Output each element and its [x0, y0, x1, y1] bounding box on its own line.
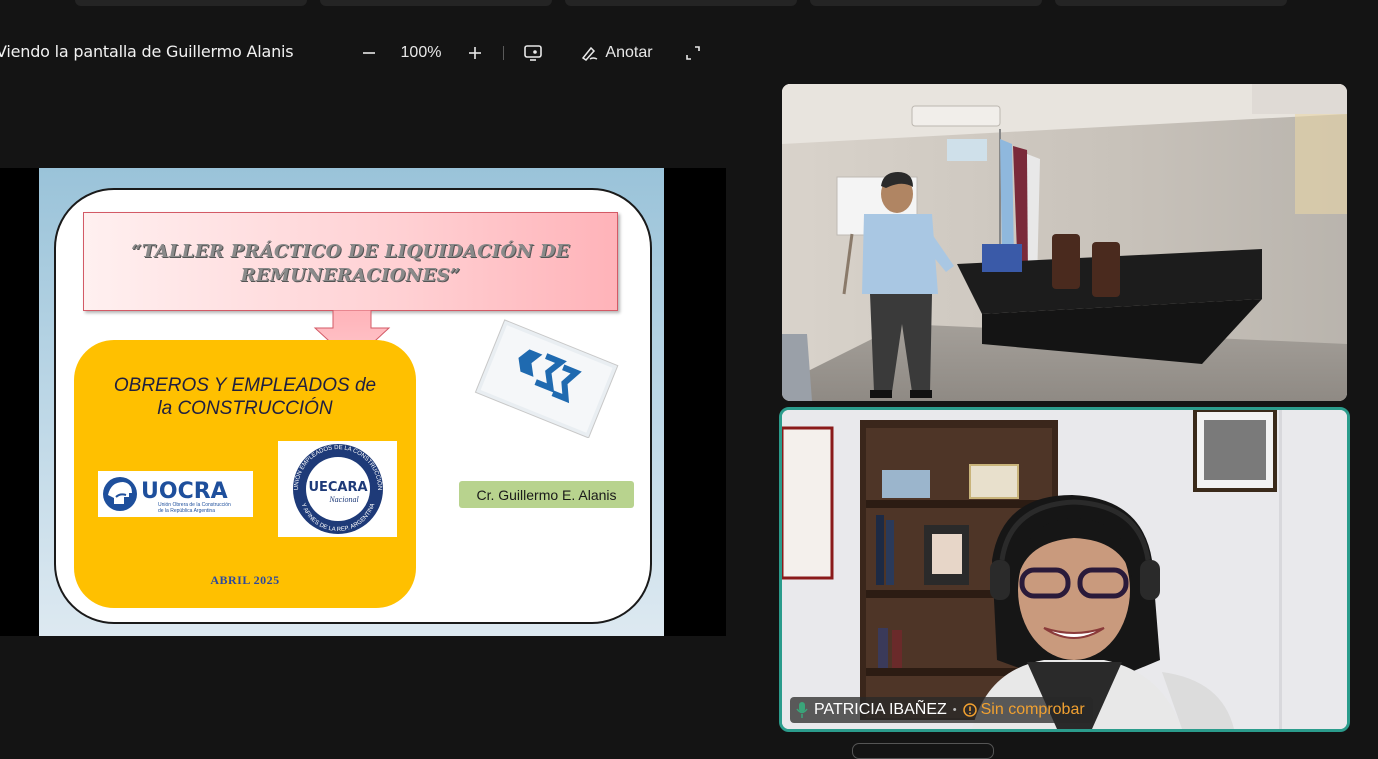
expand-icon — [686, 46, 700, 60]
classroom-video-frame — [782, 84, 1347, 401]
uecara-logo: UNIÓN EMPLEADOS DE LA CONSTRUCCIÓN Y AFI… — [278, 441, 397, 537]
uocra-tagline-2: de la República Argentina — [158, 508, 215, 514]
uecara-sub: Nacional — [328, 495, 359, 504]
toolbar-divider — [503, 46, 504, 60]
participant-video-1[interactable] — [782, 84, 1347, 401]
slide-title-line-1: “TALLER PRÁCTICO DE LIQUIDACIÓN DE — [131, 241, 570, 262]
bottom-control-edge[interactable] — [852, 743, 994, 759]
verification-status-label: Sin comprobar — [980, 701, 1085, 718]
top-tab[interactable] — [565, 0, 797, 6]
minus-icon — [363, 52, 375, 54]
unverified-icon — [962, 703, 977, 717]
zoom-out-button[interactable] — [358, 40, 380, 66]
uecara-name: UECARA — [308, 480, 367, 495]
participant-name: PATRICIA IBAÑEZ — [814, 701, 947, 718]
slide-yellow-panel: OBREROS Y EMPLEADOS de la CONSTRUCCIÓN U… — [74, 340, 416, 608]
presentation-slide: “TALLER PRÁCTICO DE LIQUIDACIÓN DE REMUN… — [39, 168, 664, 636]
uocra-name: UOCRA — [141, 479, 228, 504]
slide-title: “TALLER PRÁCTICO DE LIQUIDACIÓN DE REMUN… — [84, 240, 617, 288]
top-tab[interactable] — [810, 0, 1042, 6]
zoom-level[interactable]: 100% — [396, 40, 446, 66]
share-title: Viendo la pantalla de Guillermo Alanis — [0, 42, 294, 61]
annotate-button[interactable]: Anotar — [572, 40, 662, 66]
cpce-logo — [474, 319, 619, 438]
participant-video-2[interactable]: PATRICIA IBAÑEZ • Sin comprobar — [779, 407, 1350, 732]
separator-dot: • — [952, 704, 957, 716]
slide-subtitle: OBREROS Y EMPLEADOS de la CONSTRUCCIÓN — [74, 374, 416, 420]
zoom-in-button[interactable] — [464, 40, 486, 66]
verification-status: Sin comprobar — [962, 701, 1085, 719]
slide-subtitle-line-2: la CONSTRUCCIÓN — [157, 398, 333, 419]
top-tab[interactable] — [320, 0, 552, 6]
slide-title-box: “TALLER PRÁCTICO DE LIQUIDACIÓN DE REMUN… — [83, 212, 618, 311]
slide-title-line-2: REMUNERACIONES” — [240, 265, 461, 286]
pen-icon — [582, 46, 598, 61]
top-tab-strip — [75, 0, 1287, 6]
participant-name-tag: PATRICIA IBAÑEZ • Sin comprobar — [790, 697, 1093, 723]
present-button[interactable] — [521, 40, 545, 66]
annotate-label: Anotar — [605, 44, 653, 61]
slide-date: ABRIL 2025 — [210, 573, 280, 587]
slide-subtitle-line-1: OBREROS Y EMPLEADOS de — [113, 375, 377, 396]
shared-screen[interactable]: “TALLER PRÁCTICO DE LIQUIDACIÓN DE REMUN… — [0, 168, 726, 636]
participant-video-frame — [782, 410, 1347, 729]
slide-author: Cr. Guillermo E. Alanis — [459, 481, 634, 508]
plus-icon — [469, 47, 481, 59]
present-screen-icon — [524, 45, 542, 61]
top-tab[interactable] — [75, 0, 307, 6]
expand-button[interactable] — [682, 40, 704, 66]
mic-icon — [796, 702, 808, 718]
top-tab[interactable] — [1055, 0, 1287, 6]
uocra-logo: UOCRA Unión Obrera de la Construcción de… — [98, 471, 253, 517]
